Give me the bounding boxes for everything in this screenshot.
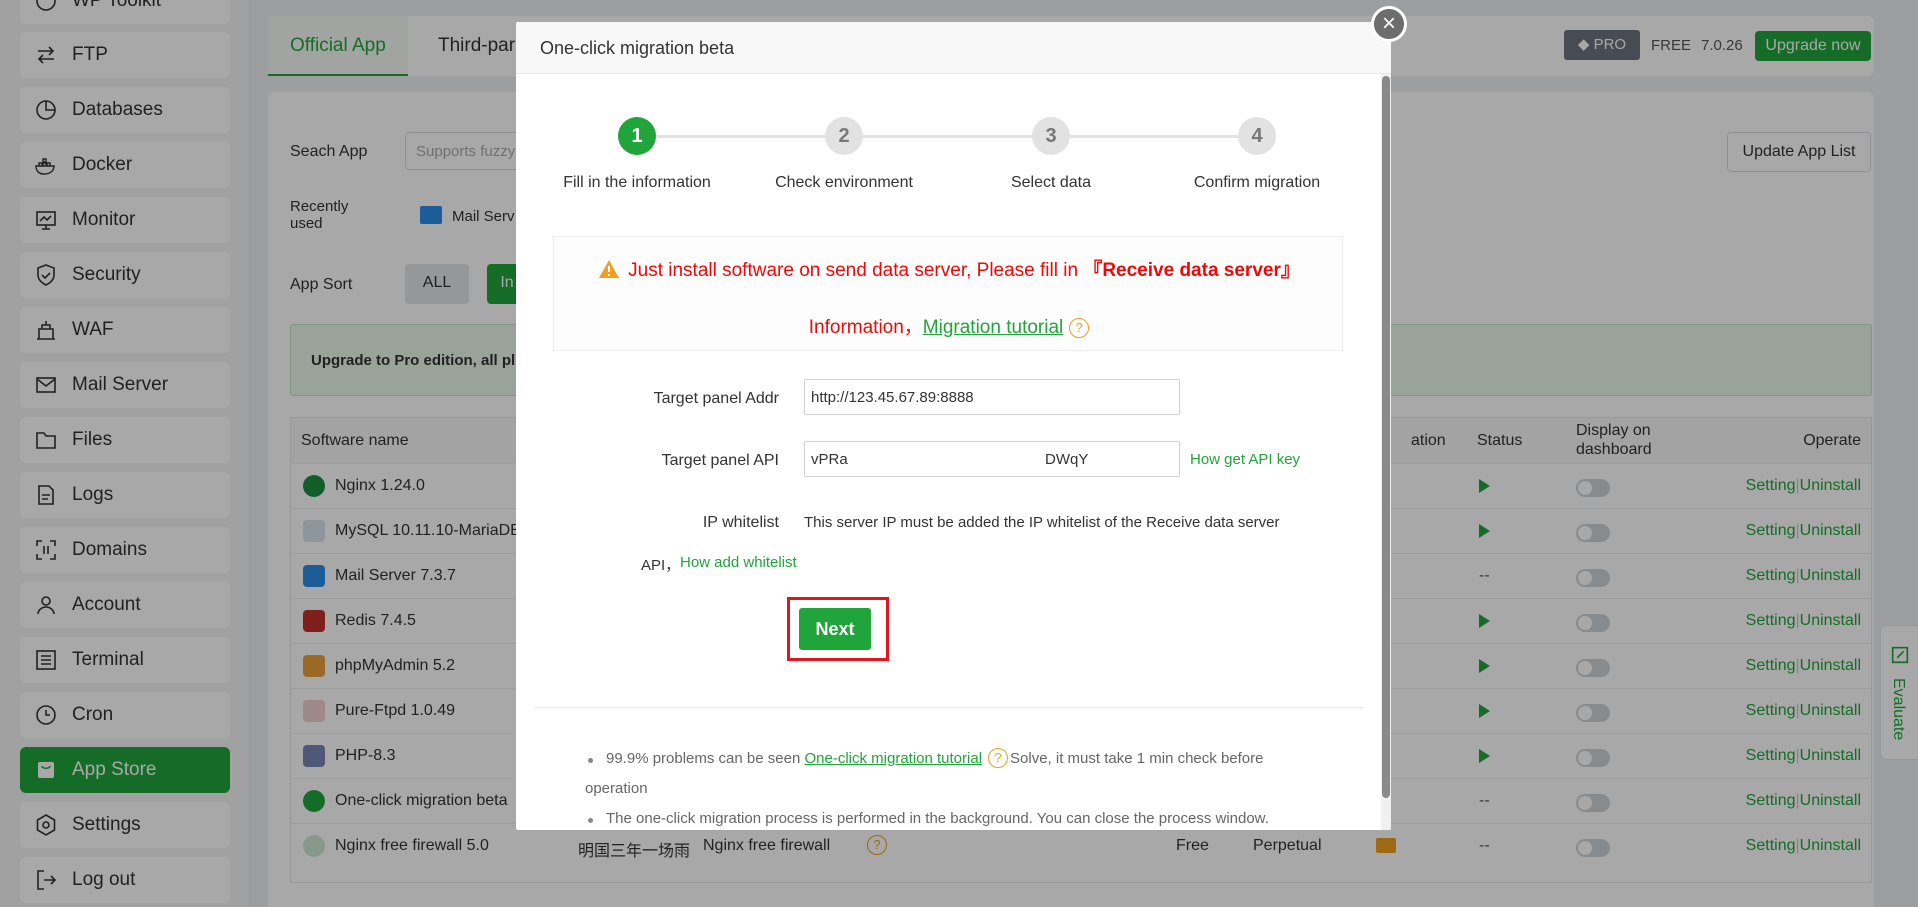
step-2-circle: 2 (825, 117, 863, 155)
one-click-tutorial-link[interactable]: One-click migration tutorial (804, 750, 982, 767)
dialog-scrollbar[interactable] (1381, 74, 1391, 830)
dialog-title: One-click migration beta (540, 38, 735, 58)
step-3-label: Select data (1010, 174, 1092, 191)
ip-whitelist-text-2: API， (641, 557, 681, 574)
step-4-label: Confirm migration (1193, 174, 1321, 191)
warning-text: Just install software on send data serve… (628, 260, 1079, 281)
bullet (588, 818, 593, 823)
how-add-whitelist-link[interactable]: How add whitelist (680, 554, 797, 571)
warning-text-2: Information， (808, 317, 923, 338)
how-get-api-key-link[interactable]: How get API key (1190, 451, 1300, 468)
help-icon[interactable]: ? (1069, 318, 1090, 338)
step-1-label: Fill in the information (563, 174, 711, 191)
divider (534, 707, 1364, 708)
migration-tutorial-link[interactable]: Migration tutorial (923, 317, 1063, 338)
warning-line-2: Information，Migration tutorial? (554, 312, 1344, 339)
close-button[interactable]: × (1371, 6, 1407, 42)
api-label: Target panel API (661, 452, 779, 469)
help-icon[interactable]: ? (988, 748, 1009, 768)
scrollbar-thumb[interactable] (1382, 76, 1390, 798)
step-2-label: Check environment (775, 174, 913, 191)
target-api-input[interactable]: vPRa DWqY (804, 441, 1180, 477)
step-3-circle: 3 (1032, 117, 1070, 155)
ip-whitelist-text: This server IP must be added the IP whit… (804, 514, 1280, 531)
note-1-text: 99.9% problems can be seen (606, 750, 801, 767)
addr-label: Target panel Addr (653, 390, 779, 407)
step-1-circle: 1 (618, 117, 656, 155)
dialog-header: One-click migration beta (516, 22, 1391, 74)
bullet (588, 758, 593, 763)
step-4-circle: 4 (1238, 117, 1276, 155)
api-value-end: DWqY (1045, 451, 1089, 468)
warning-line-1: Just install software on send data serve… (554, 255, 1344, 282)
note-1-text-b: Solve, it must take 1 min check before (1010, 750, 1264, 767)
next-button[interactable]: Next (799, 608, 871, 650)
note-1-cont: operation (585, 780, 648, 797)
target-addr-input[interactable]: http://123.45.67.89:8888 (804, 379, 1180, 415)
note-1: 99.9% problems can be seen One-click mig… (606, 745, 1263, 773)
warning-bold: 『Receive data server』 (1083, 260, 1300, 281)
api-value-start: vPRa (811, 451, 848, 468)
warning-icon (599, 260, 620, 278)
ip-whitelist-label: IP whitelist (702, 514, 779, 531)
warning-box: Just install software on send data serve… (553, 236, 1343, 351)
migration-dialog: One-click migration beta 1 2 3 4 Fill in… (516, 22, 1391, 830)
note-2: The one-click migration process is perfo… (606, 810, 1269, 827)
step-track (637, 135, 1264, 138)
